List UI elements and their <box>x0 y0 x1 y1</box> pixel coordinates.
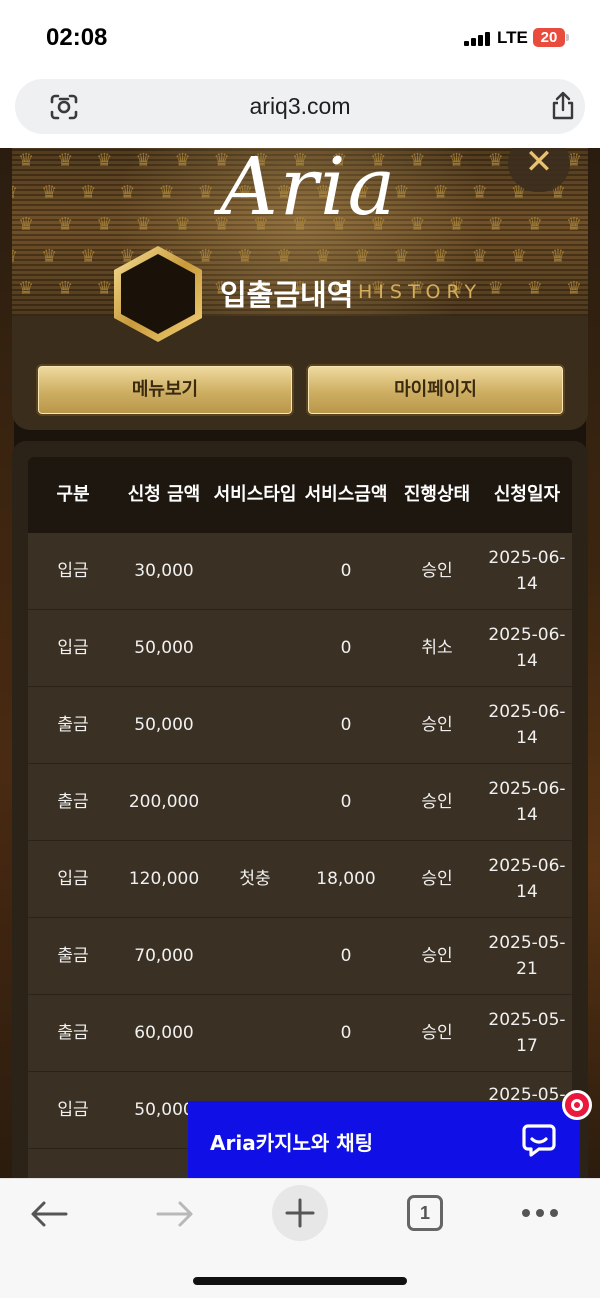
cell-service-type: 첫충 <box>239 869 271 889</box>
cell-type: 출금 <box>57 715 89 735</box>
cell-status: 승인 <box>421 1023 453 1043</box>
table-row: 입금 50,000 0 취소 2025-06-14 <box>28 610 572 687</box>
new-tab-button[interactable] <box>272 1185 328 1241</box>
cell-amount: 50,000 <box>134 715 194 735</box>
cell-service-amount: 0 <box>340 1023 352 1043</box>
share-icon[interactable] <box>548 91 578 121</box>
table-row: 출금 50,000 0 승인 2025-06-14 <box>28 687 572 764</box>
header-date: 신청일자 <box>493 484 561 505</box>
table-header: 구분 신청 금액 서비스타입 서비스금액 진행상태 신청일자 <box>28 457 572 533</box>
page-content: ♛♛♛♛♛♛♛♛♛♛♛♛♛♛♛ ♛♛♛♛♛♛♛♛♛♛♛♛♛♛♛ ♛♛♛♛♛♛♛♛… <box>0 148 600 1178</box>
cell-service-amount: 18,000 <box>316 869 376 889</box>
home-indicator <box>193 1277 407 1285</box>
cell-service-amount: 0 <box>340 792 352 812</box>
cell-amount: 120,000 <box>128 869 200 889</box>
cell-date: 2025-05-17 <box>488 1010 566 1056</box>
battery-icon: 20 <box>533 28 565 47</box>
cell-type: 입금 <box>57 1100 89 1120</box>
table-row: 출금 60,000 0 승인 2025-05-17 <box>28 995 572 1072</box>
cell-amount: 50,000 <box>134 638 194 658</box>
history-header: ♛♛♛♛♛♛♛♛♛♛♛♛♛♛♛ ♛♛♛♛♛♛♛♛♛♛♛♛♛♛♛ ♛♛♛♛♛♛♛♛… <box>12 148 588 430</box>
cell-type: 입금 <box>57 869 89 889</box>
cell-service-type <box>210 610 300 686</box>
table-row: 출금 200,000 0 승인 2025-06-14 <box>28 764 572 841</box>
cell-date: 2025-06-14 <box>488 625 566 671</box>
signal-icon <box>464 32 490 46</box>
header-amount: 신청 금액 <box>127 484 201 505</box>
hexagon-icon <box>114 246 202 342</box>
cell-service-type <box>210 687 300 763</box>
chat-label[interactable]: Aria카지노와 채팅 <box>210 1127 373 1156</box>
notification-badge[interactable] <box>562 1090 592 1120</box>
cell-type: 입금 <box>57 638 89 658</box>
history-table: 구분 신청 금액 서비스타입 서비스금액 진행상태 신청일자 입금 30,000… <box>28 457 572 1178</box>
cell-date: 2025-06-14 <box>488 702 566 748</box>
header-service-amount: 서비스금액 <box>304 484 388 505</box>
header-type: 구분 <box>56 484 90 505</box>
address-bar[interactable]: ariq3.com <box>15 79 585 134</box>
back-icon[interactable] <box>28 1197 70 1231</box>
cell-date: 2025-06-14 <box>488 856 566 902</box>
cell-service-type <box>210 918 300 994</box>
chat-bubble-icon[interactable] <box>522 1123 556 1157</box>
new-tab-icon <box>285 1198 315 1228</box>
cell-date: 2025-06-14 <box>488 548 566 594</box>
cell-service-type <box>210 995 300 1071</box>
tabs-icon[interactable]: 1 <box>407 1195 443 1231</box>
battery-tip <box>566 34 569 41</box>
table-row: 출금 70,000 0 승인 2025-05-21 <box>28 918 572 995</box>
history-table-panel: 구분 신청 금액 서비스타입 서비스금액 진행상태 신청일자 입금 30,000… <box>12 441 588 1178</box>
cell-status: 승인 <box>421 869 453 889</box>
mypage-button[interactable]: 마이페이지 <box>306 364 565 416</box>
status-time: 02:08 <box>46 24 108 51</box>
cell-type: 출금 <box>57 946 89 966</box>
cell-status: 승인 <box>421 792 453 812</box>
forward-icon[interactable] <box>154 1197 196 1231</box>
cell-date: 2025-06-14 <box>488 779 566 825</box>
status-bar: 02:08 LTE 20 <box>0 0 600 76</box>
page-subtitle: HISTORY <box>358 281 483 303</box>
page-title: 입출금내역 <box>220 278 354 312</box>
chat-widget[interactable]: Aria카지노와 채팅 <box>188 1101 580 1178</box>
cell-status: 승인 <box>421 946 453 966</box>
table-row: 입금 30,000 0 승인 2025-06-14 <box>28 533 572 610</box>
cell-status: 취소 <box>421 638 453 658</box>
cell-status: 승인 <box>421 715 453 735</box>
header-service-type: 서비스타입 <box>213 484 297 505</box>
cell-type: 입금 <box>57 561 89 581</box>
cell-service-amount: 0 <box>340 715 352 735</box>
cell-service-amount: 0 <box>340 946 352 966</box>
cell-service-amount: 0 <box>340 638 352 658</box>
more-icon[interactable] <box>520 1203 560 1223</box>
cell-service-amount: 0 <box>340 561 352 581</box>
background-decoration <box>586 148 600 1178</box>
table-row: 입금 120,000 첫충 18,000 승인 2025-06-14 <box>28 841 572 918</box>
cell-service-type <box>210 533 300 609</box>
cell-amount: 200,000 <box>128 792 200 812</box>
url-text[interactable]: ariq3.com <box>15 93 585 120</box>
close-icon: ✕ <box>524 148 554 182</box>
cell-date: 2025-05-21 <box>488 933 566 979</box>
cell-type: 출금 <box>57 1023 89 1043</box>
cell-amount: 60,000 <box>134 1023 194 1043</box>
cell-service-type <box>210 764 300 840</box>
menu-button[interactable]: 메뉴보기 <box>36 364 294 416</box>
aria-logo: Aria <box>220 148 398 233</box>
cell-type: 출금 <box>57 792 89 812</box>
network-label: LTE <box>497 28 528 47</box>
cell-status: 승인 <box>421 561 453 581</box>
header-status: 진행상태 <box>403 484 471 505</box>
cell-amount: 30,000 <box>134 561 194 581</box>
cell-amount: 70,000 <box>134 946 194 966</box>
